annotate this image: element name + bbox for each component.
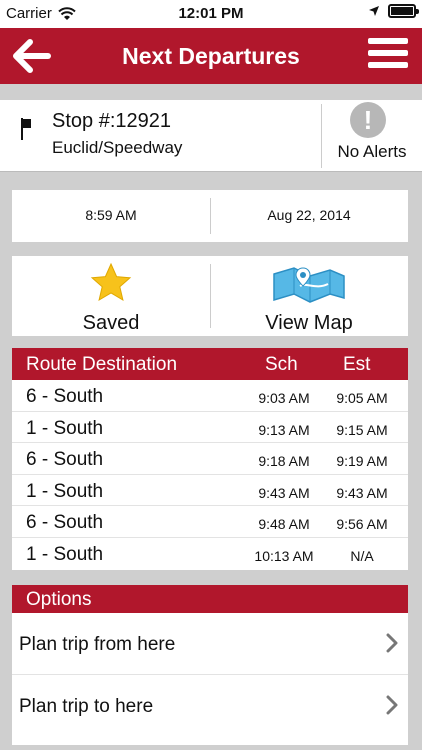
estimated-cell: 9:19 AM: [336, 453, 388, 470]
route-cell: 1 - South: [26, 543, 104, 565]
saved-button[interactable]: Saved: [12, 256, 210, 336]
page-title: Next Departures: [122, 43, 300, 69]
options-panel: Options Plan trip from here Plan trip to…: [12, 585, 408, 745]
view-map-button[interactable]: View Map: [210, 256, 408, 336]
estimated-cell: 9:05 AM: [336, 390, 388, 406]
scheduled-cell: 9:13 AM: [258, 421, 310, 438]
route-cell: 6 - South: [26, 386, 104, 407]
scheduled-cell: 9:43 AM: [258, 484, 310, 501]
table-row[interactable]: 1 - South 9:13 AM 9:15 AM: [12, 412, 408, 444]
saved-label: Saved: [82, 312, 140, 334]
departures-table: Route Destination Sch Est 6 - South 9:03…: [12, 348, 408, 570]
option-label: Plan trip from here: [19, 634, 176, 655]
status-time: 12:01 PM: [178, 5, 244, 22]
route-cell: 1 - South: [26, 480, 104, 502]
scheduled-cell: 9:48 AM: [258, 516, 310, 533]
time-date-panel: 8:59 AM Aug 22, 2014: [12, 190, 408, 242]
chevron-right-icon: [386, 695, 398, 715]
alerts-label[interactable]: No Alerts: [326, 142, 418, 162]
plan-trip-to-here-item[interactable]: Plan trip to here: [12, 675, 408, 737]
table-row[interactable]: 6 - South 9:18 AM 9:19 AM: [12, 443, 408, 475]
action-panel: Saved View Map: [12, 256, 408, 336]
estimated-cell: N/A: [350, 547, 374, 564]
scheduled-cell: 9:03 AM: [258, 390, 310, 406]
alert-icon[interactable]: !: [350, 102, 386, 138]
table-row[interactable]: 6 - South 9:03 AM 9:05 AM: [12, 380, 408, 412]
chevron-right-icon: [386, 633, 398, 653]
current-time: 8:59 AM: [85, 207, 137, 223]
battery-icon: [388, 4, 419, 18]
stop-number: Stop #:12921: [52, 110, 171, 132]
plan-trip-from-here-item[interactable]: Plan trip from here: [12, 613, 408, 675]
table-row[interactable]: 6 - South 9:48 AM 9:56 AM: [12, 506, 408, 538]
header-estimated: Est: [343, 354, 371, 375]
stop-panel: Stop #:12921 Euclid/Speedway ! No Alerts: [0, 100, 422, 172]
view-map-label: View Map: [265, 312, 353, 334]
route-cell: 6 - South: [26, 512, 104, 534]
location-arrow-icon: [369, 6, 379, 16]
status-bar: Carrier 12:01 PM: [0, 0, 422, 28]
estimated-cell: 9:15 AM: [336, 421, 388, 438]
scheduled-cell: 9:18 AM: [258, 453, 310, 470]
route-cell: 6 - South: [26, 449, 104, 471]
hamburger-menu-icon[interactable]: [368, 38, 408, 74]
divider: [321, 104, 322, 168]
table-header: Route Destination Sch Est: [12, 348, 408, 380]
status-right: [368, 4, 419, 18]
current-date: Aug 22, 2014: [267, 207, 351, 223]
stop-name: Euclid/Speedway: [52, 138, 183, 157]
estimated-cell: 9:43 AM: [336, 484, 388, 501]
route-cell: 1 - South: [26, 417, 104, 439]
table-row[interactable]: 1 - South 9:43 AM 9:43 AM: [12, 475, 408, 507]
nav-bar: Next Departures: [0, 28, 422, 84]
flag-icon: [21, 118, 31, 140]
map-icon: [273, 267, 345, 303]
estimated-cell: 9:56 AM: [336, 516, 388, 533]
header-route: Route Destination: [26, 354, 178, 375]
scheduled-cell: 10:13 AM: [254, 547, 314, 564]
star-icon: [90, 262, 132, 302]
table-row[interactable]: 1 - South 10:13 AM N/A: [12, 538, 408, 570]
option-label: Plan trip to here: [19, 696, 154, 717]
options-header: Options: [12, 585, 408, 613]
header-scheduled: Sch: [265, 354, 298, 375]
